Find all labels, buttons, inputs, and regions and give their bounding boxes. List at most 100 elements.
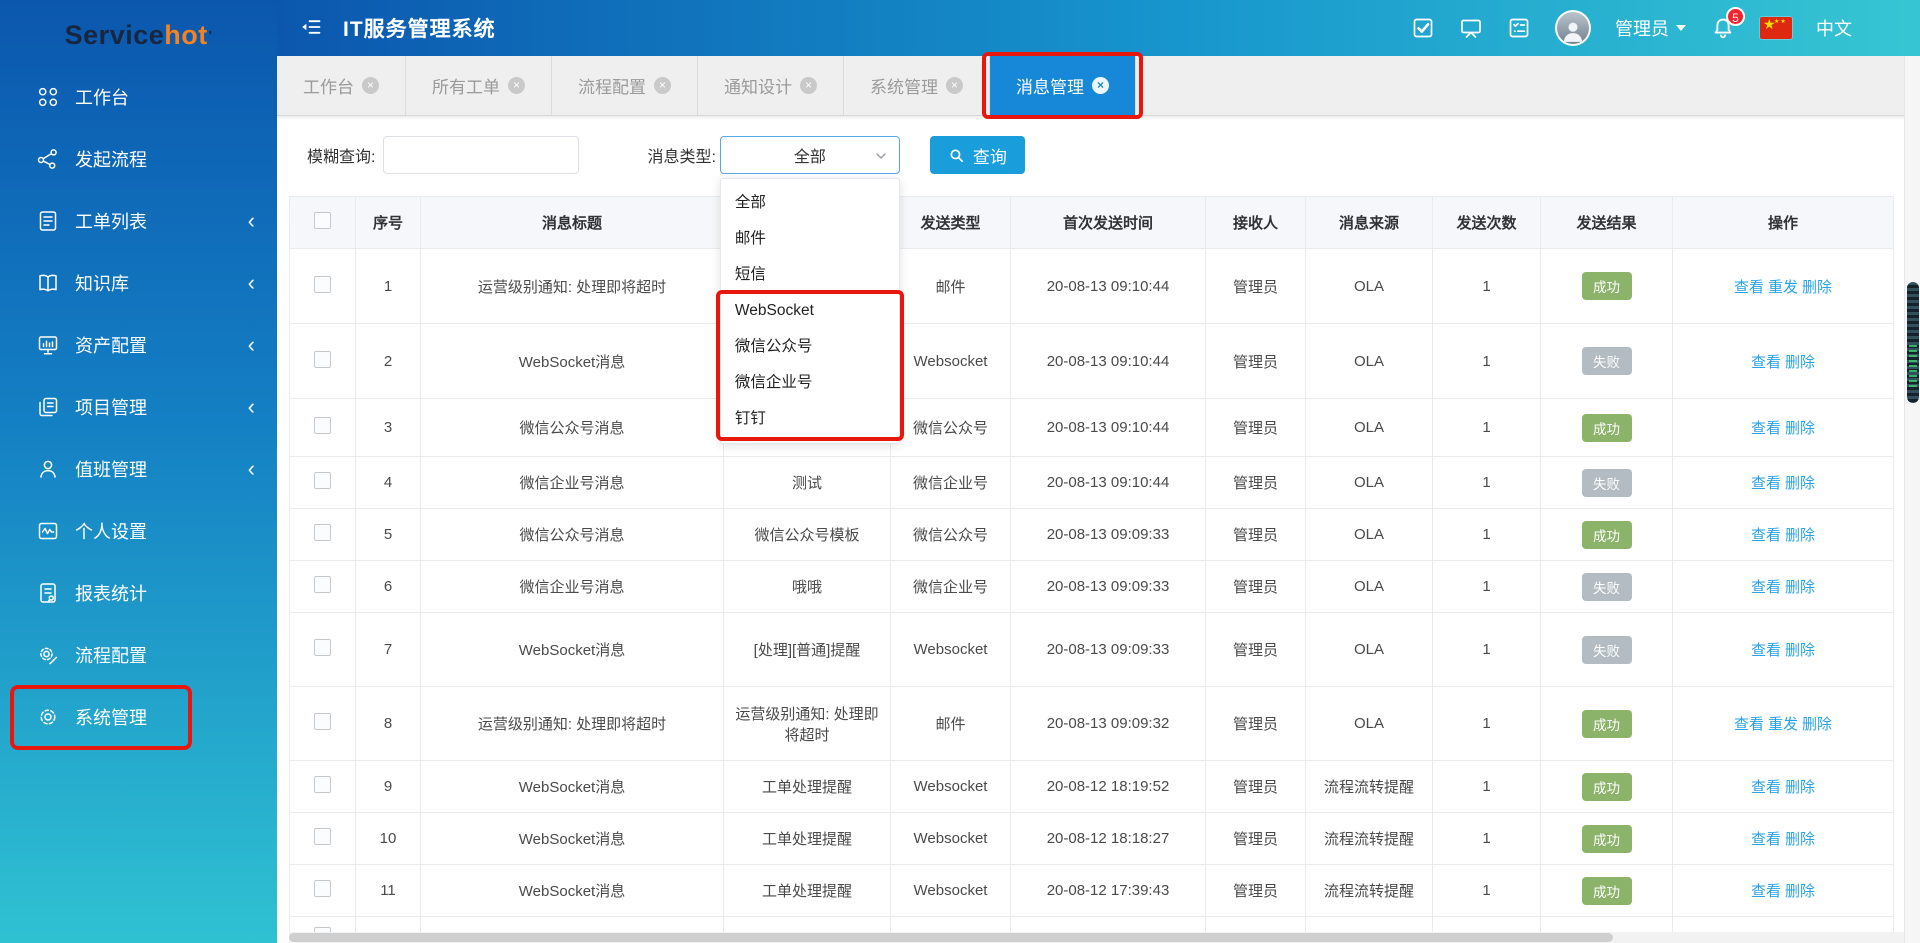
menu-collapse-icon[interactable] bbox=[299, 15, 325, 41]
tab-message-mgmt[interactable]: 消息管理× bbox=[990, 56, 1136, 115]
notification-bell[interactable]: 5 bbox=[1710, 15, 1736, 41]
vertical-scrollbar-thumb[interactable] bbox=[1907, 282, 1919, 403]
sidebar-item-personal-settings[interactable]: 个人设置 bbox=[0, 500, 277, 562]
sidebar-item-report-stats[interactable]: 报表统计 bbox=[0, 562, 277, 624]
row-checkbox[interactable] bbox=[314, 713, 331, 730]
row-checkbox[interactable] bbox=[314, 776, 331, 793]
delete-link[interactable]: 删除 bbox=[1785, 831, 1815, 848]
vertical-scrollbar[interactable] bbox=[1904, 56, 1920, 943]
horizontal-scrollbar[interactable] bbox=[289, 932, 1904, 943]
row-select-cell bbox=[290, 687, 356, 761]
dropdown-option-all[interactable]: 全部 bbox=[721, 185, 899, 221]
send-type: 邮件 bbox=[891, 687, 1011, 761]
tab-notify-design[interactable]: 通知设计× bbox=[698, 56, 844, 115]
delete-link[interactable]: 删除 bbox=[1785, 779, 1815, 796]
dropdown-option-wechat-enterprise[interactable]: 微信企业号 bbox=[721, 365, 899, 401]
view-link[interactable]: 查看 bbox=[1751, 475, 1781, 492]
chevron-left-icon[interactable]: ‹ bbox=[248, 396, 255, 418]
resend-link[interactable]: 重发 bbox=[1768, 279, 1798, 296]
dropdown-option-email[interactable]: 邮件 bbox=[721, 221, 899, 257]
sidebar-item-asset-config[interactable]: 资产配置‹ bbox=[0, 314, 277, 376]
task-list-icon[interactable] bbox=[1507, 16, 1531, 40]
resend-link[interactable]: 重发 bbox=[1768, 716, 1798, 733]
language-toggle[interactable]: 中文 bbox=[1816, 15, 1852, 41]
view-link[interactable]: 查看 bbox=[1751, 831, 1781, 848]
search-button[interactable]: 查询 bbox=[930, 136, 1025, 174]
delete-link[interactable]: 删除 bbox=[1785, 475, 1815, 492]
row-checkbox[interactable] bbox=[314, 828, 331, 845]
send-count: 1 bbox=[1433, 399, 1541, 457]
tab-workbench[interactable]: 工作台× bbox=[277, 56, 406, 115]
row-checkbox[interactable] bbox=[314, 417, 331, 434]
receiver: 管理员 bbox=[1206, 813, 1306, 865]
chevron-left-icon[interactable]: ‹ bbox=[248, 458, 255, 480]
message-type-select[interactable]: 全部 bbox=[720, 136, 900, 174]
actions-cell: 查看删除 bbox=[1673, 613, 1894, 687]
view-link[interactable]: 查看 bbox=[1751, 420, 1781, 437]
view-link[interactable]: 查看 bbox=[1751, 779, 1781, 796]
sidebar-item-project-mgmt[interactable]: 项目管理‹ bbox=[0, 376, 277, 438]
row-checkbox[interactable] bbox=[314, 880, 331, 897]
view-link[interactable]: 查看 bbox=[1734, 279, 1764, 296]
user-name: 管理员 bbox=[1615, 15, 1669, 41]
sidebar-item-knowledge[interactable]: 知识库‹ bbox=[0, 252, 277, 314]
dropdown-option-websocket[interactable]: WebSocket bbox=[721, 293, 899, 329]
sidebar-item-duty-mgmt[interactable]: 值班管理‹ bbox=[0, 438, 277, 500]
row-number: 10 bbox=[356, 813, 421, 865]
status-badge: 成功 bbox=[1582, 825, 1632, 853]
sidebar-item-system-mgmt[interactable]: 系统管理 bbox=[0, 686, 277, 748]
message-source: OLA bbox=[1306, 509, 1433, 561]
tab-process-config[interactable]: 流程配置× bbox=[552, 56, 698, 115]
tab-system-mgmt[interactable]: 系统管理× bbox=[844, 56, 990, 115]
user-menu[interactable]: 管理员 bbox=[1615, 15, 1686, 41]
delete-link[interactable]: 删除 bbox=[1785, 883, 1815, 900]
view-link[interactable]: 查看 bbox=[1751, 579, 1781, 596]
dropdown-option-sms[interactable]: 短信 bbox=[721, 257, 899, 293]
view-link[interactable]: 查看 bbox=[1751, 642, 1781, 659]
delete-link[interactable]: 删除 bbox=[1785, 579, 1815, 596]
china-flag-icon[interactable]: ★ ★★ bbox=[1760, 17, 1792, 39]
delete-link[interactable]: 删除 bbox=[1802, 279, 1832, 296]
fuzzy-query-input[interactable] bbox=[383, 136, 579, 174]
row-checkbox[interactable] bbox=[314, 524, 331, 541]
tab-close-icon[interactable]: × bbox=[800, 77, 817, 94]
row-checkbox[interactable] bbox=[314, 351, 331, 368]
dropdown-option-dingtalk[interactable]: 钉钉 bbox=[721, 401, 899, 437]
tab-close-icon[interactable]: × bbox=[362, 77, 379, 94]
view-link[interactable]: 查看 bbox=[1751, 527, 1781, 544]
approve-check-icon[interactable] bbox=[1411, 16, 1435, 40]
display-icon[interactable] bbox=[1459, 16, 1483, 40]
delete-link[interactable]: 删除 bbox=[1785, 527, 1815, 544]
chevron-left-icon[interactable]: ‹ bbox=[248, 210, 255, 232]
row-checkbox[interactable] bbox=[314, 576, 331, 593]
sidebar-item-worklist[interactable]: 工单列表‹ bbox=[0, 190, 277, 252]
delete-link[interactable]: 删除 bbox=[1785, 420, 1815, 437]
delete-link[interactable]: 删除 bbox=[1802, 716, 1832, 733]
tab-all-tickets[interactable]: 所有工单× bbox=[406, 56, 552, 115]
row-checkbox[interactable] bbox=[314, 639, 331, 656]
send-count: 1 bbox=[1433, 813, 1541, 865]
dropdown-option-wechat-official[interactable]: 微信公众号 bbox=[721, 329, 899, 365]
chevron-left-icon[interactable]: ‹ bbox=[248, 334, 255, 356]
delete-link[interactable]: 删除 bbox=[1785, 354, 1815, 371]
avatar[interactable] bbox=[1555, 10, 1591, 46]
tab-close-icon[interactable]: × bbox=[508, 77, 525, 94]
status-badge: 成功 bbox=[1582, 272, 1632, 300]
row-checkbox[interactable] bbox=[314, 276, 331, 293]
view-link[interactable]: 查看 bbox=[1751, 354, 1781, 371]
horizontal-scrollbar-thumb[interactable] bbox=[289, 933, 1613, 942]
view-link[interactable]: 查看 bbox=[1751, 883, 1781, 900]
view-link[interactable]: 查看 bbox=[1734, 716, 1764, 733]
tab-close-icon[interactable]: × bbox=[946, 77, 963, 94]
sidebar-item-workbench[interactable]: 工作台 bbox=[0, 66, 277, 128]
delete-link[interactable]: 删除 bbox=[1785, 642, 1815, 659]
row-checkbox[interactable] bbox=[314, 472, 331, 489]
sidebar-item-start-flow[interactable]: 发起流程 bbox=[0, 128, 277, 190]
chevron-left-icon[interactable]: ‹ bbox=[248, 272, 255, 294]
select-all-checkbox[interactable] bbox=[314, 212, 331, 229]
tab-close-icon[interactable]: × bbox=[654, 77, 671, 94]
workbench-grid-icon bbox=[36, 85, 60, 109]
tab-close-icon[interactable]: × bbox=[1092, 77, 1109, 94]
sidebar-item-process-config[interactable]: 流程配置 bbox=[0, 624, 277, 686]
start-flow-icon bbox=[36, 147, 60, 171]
